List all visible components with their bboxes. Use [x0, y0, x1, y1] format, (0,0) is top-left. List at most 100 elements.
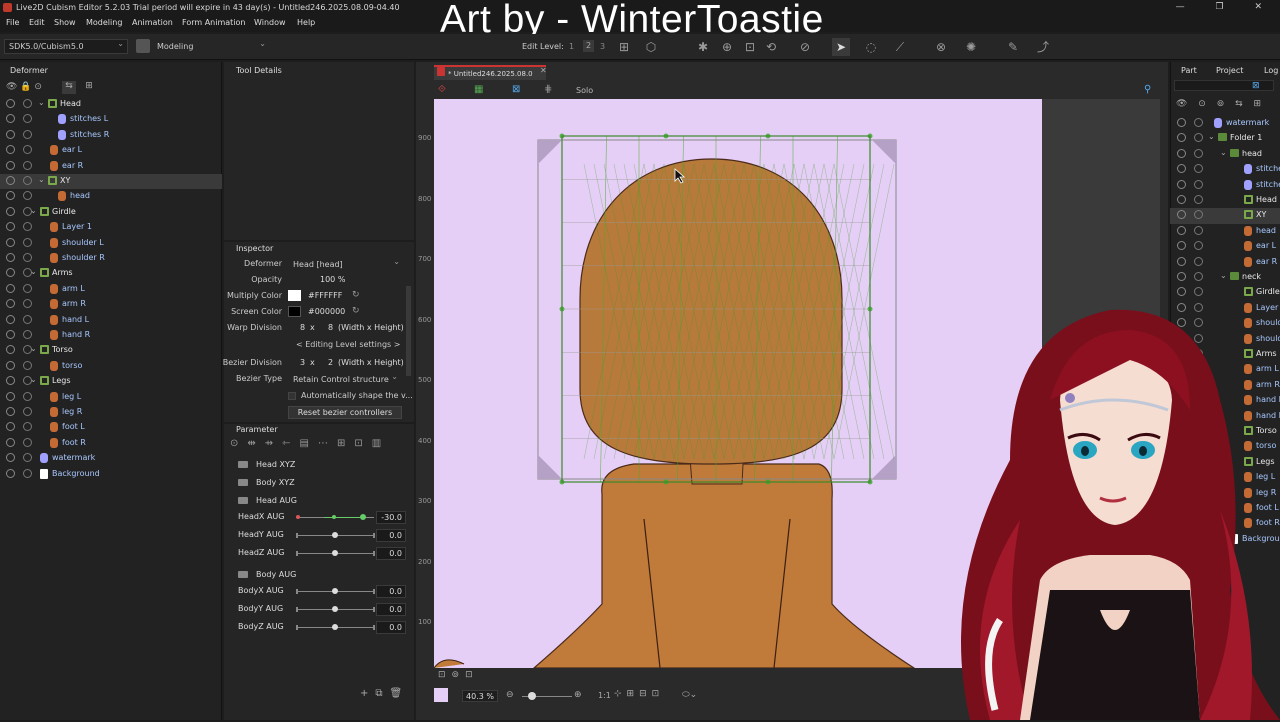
part-row[interactable]: ear R: [1170, 255, 1280, 270]
chevron-down-icon[interactable]: ⌄: [30, 206, 37, 215]
deformer-row[interactable]: ⌄ XY: [0, 174, 222, 190]
parameter-value-input[interactable]: 0.0: [376, 547, 406, 560]
eye-icon[interactable]: [1177, 179, 1186, 189]
eye-icon[interactable]: [1177, 118, 1186, 127]
deformer-select[interactable]: Head [head]: [288, 257, 404, 272]
lock-icon[interactable]: [23, 437, 32, 447]
lock-icon[interactable]: [23, 160, 32, 170]
menu-form-animation[interactable]: Form Animation: [182, 18, 245, 27]
lock-icon[interactable]: [1194, 272, 1203, 281]
parameter-value-input[interactable]: 0.0: [376, 529, 406, 542]
deform-brush-icon[interactable]: ✺: [962, 38, 980, 56]
reset-icon[interactable]: ↻: [352, 306, 360, 316]
parameter-slider-handle[interactable]: [332, 606, 338, 612]
screenshot-icons[interactable]: ⊡⊚⊡: [438, 670, 479, 680]
collapse-icon[interactable]: ⇆: [62, 81, 76, 94]
parameter-group[interactable]: Head XYZ: [230, 457, 408, 473]
eye-icon[interactable]: [6, 422, 15, 432]
bezier-type-select[interactable]: Retain Control structure: [288, 372, 402, 387]
menu-edit[interactable]: Edit: [29, 18, 45, 27]
eye-icon[interactable]: [6, 160, 15, 170]
lock-icon[interactable]: [23, 407, 32, 416]
part-row[interactable]: stitches: [1170, 162, 1280, 177]
hierarchy-icon[interactable]: ⊞: [82, 81, 96, 94]
actual-size-button[interactable]: 1:1: [598, 691, 611, 700]
background-color-swatch[interactable]: [434, 688, 448, 702]
part-row[interactable]: watermark: [1170, 116, 1280, 131]
eye-icon[interactable]: [6, 191, 15, 201]
eye-icon[interactable]: [6, 268, 15, 278]
part-row[interactable]: stitches: [1170, 178, 1280, 193]
close-tab-icon[interactable]: ✕: [540, 66, 547, 75]
eye-icon[interactable]: [1177, 195, 1186, 204]
chevron-down-icon[interactable]: ⌄: [1220, 271, 1227, 280]
parameter-row[interactable]: BodyY AUG 0.0: [230, 601, 408, 619]
eye-icon[interactable]: [6, 114, 15, 124]
edit-level-1[interactable]: 1: [569, 42, 574, 51]
workspace-mode-select[interactable]: Modeling: [152, 39, 270, 54]
warp-tool-icon[interactable]: ⊡: [741, 38, 759, 56]
pen-tool-icon[interactable]: ✎: [1004, 38, 1022, 56]
mesh-tool-icon[interactable]: ⬡: [642, 38, 660, 56]
eye-icon[interactable]: [6, 314, 15, 324]
chevron-down-icon[interactable]: ⌄: [38, 175, 45, 184]
parameter-value-input[interactable]: -30.0: [376, 511, 406, 524]
reset-icon[interactable]: ↻: [352, 290, 360, 300]
lock-icon[interactable]: [1194, 195, 1203, 204]
deformer-row[interactable]: stitches R: [0, 128, 222, 143]
deformer-row[interactable]: foot R: [0, 436, 222, 451]
parameter-slider-handle[interactable]: [332, 532, 338, 538]
screen-color-swatch[interactable]: [288, 306, 301, 317]
eye-icon[interactable]: [1177, 272, 1186, 281]
lock-icon[interactable]: [1194, 133, 1203, 143]
rotate-tool-icon[interactable]: ⟲: [762, 38, 780, 56]
parameter-row[interactable]: BodyX AUG 0.0: [230, 583, 408, 601]
eye-icon[interactable]: [6, 437, 15, 447]
tab-project[interactable]: Project: [1216, 66, 1243, 75]
zoom-out-icon[interactable]: ⊖: [506, 690, 514, 700]
edit-level-3[interactable]: 3: [600, 42, 605, 51]
part-row[interactable]: XY: [1170, 208, 1280, 224]
deformer-row[interactable]: hand R: [0, 328, 222, 343]
grid-tool-icon[interactable]: ⊞: [615, 38, 633, 56]
chevron-down-icon[interactable]: ⌄: [1208, 132, 1215, 141]
eye-icon[interactable]: [6, 129, 15, 139]
eye-icon[interactable]: [6, 237, 15, 247]
keyform-dot-icon[interactable]: [296, 515, 300, 519]
eye-icon[interactable]: [6, 468, 15, 478]
lock-icon[interactable]: [23, 314, 32, 324]
part-row[interactable]: ⌄ head: [1170, 147, 1280, 162]
zoom-slider-handle[interactable]: [528, 692, 536, 700]
chevron-down-icon[interactable]: ⌄: [30, 375, 37, 384]
parameter-slider-handle[interactable]: [332, 588, 338, 594]
lock-icon[interactable]: [23, 468, 32, 478]
deformer-row[interactable]: Background: [0, 467, 222, 482]
auto-mesh-icon[interactable]: ✱: [694, 38, 712, 56]
multiply-color-value[interactable]: #FFFFFF: [308, 291, 342, 300]
deformer-row[interactable]: ⌄ Torso: [0, 343, 222, 358]
eye-icon[interactable]: [6, 330, 15, 339]
parameter-group[interactable]: Head AUG: [230, 493, 408, 509]
opacity-value[interactable]: 100 %: [320, 275, 345, 284]
eye-icon[interactable]: [6, 391, 15, 401]
mesh-edit-icon[interactable]: ⊕: [718, 38, 736, 56]
parameter-value-input[interactable]: 0.0: [376, 621, 406, 634]
lock-icon[interactable]: [1194, 210, 1203, 220]
deformer-row[interactable]: ear L: [0, 143, 222, 158]
deformer-row[interactable]: ⌄ Girdle: [0, 205, 222, 220]
eye-icon[interactable]: [6, 345, 15, 355]
menu-animation[interactable]: Animation: [132, 18, 173, 27]
view-tool-icon[interactable]: ⟐: [438, 84, 446, 95]
eye-icon[interactable]: [6, 299, 15, 309]
warp-height-value[interactable]: 8: [328, 323, 333, 332]
parameter-value-input[interactable]: 0.0: [376, 603, 406, 616]
deformer-row[interactable]: arm L: [0, 282, 222, 297]
eye-icon[interactable]: [6, 99, 15, 108]
deformer-row[interactable]: ⌄ Arms: [0, 266, 222, 281]
deformer-row[interactable]: stitches L: [0, 112, 222, 127]
deformer-row[interactable]: head: [0, 189, 222, 204]
edit-level-2[interactable]: 2: [583, 40, 594, 52]
view-fit-icons[interactable]: ⊹⊞⊟⊡: [614, 689, 664, 699]
lock-icon[interactable]: [23, 299, 32, 309]
chevron-down-icon[interactable]: ⌄: [30, 267, 37, 276]
